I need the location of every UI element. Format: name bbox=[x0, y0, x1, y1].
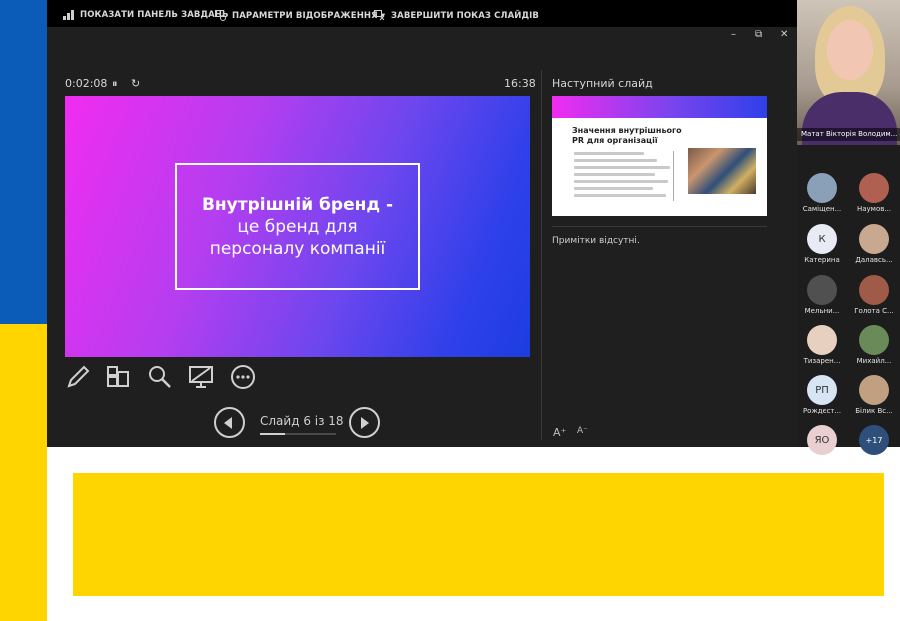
participant-tile[interactable]: РП Рождєст... bbox=[797, 375, 847, 415]
next-slide-bullet-line bbox=[574, 187, 653, 190]
speaker-webcam-tile[interactable]: Матат Вікторія Володим... bbox=[797, 0, 900, 145]
participant-name: Тизарен... bbox=[803, 357, 841, 365]
next-slide-header-band bbox=[552, 96, 767, 118]
black-screen-button[interactable] bbox=[188, 364, 216, 392]
slide-counter: Слайд 6 із 18 bbox=[260, 414, 344, 428]
participant-tile[interactable]: Білик Вс... bbox=[849, 375, 899, 415]
increase-font-button[interactable]: A⁺ bbox=[553, 426, 566, 439]
decrease-font-button[interactable]: A⁻ bbox=[577, 426, 588, 436]
speaker-notes: Примітки відсутні. bbox=[552, 236, 640, 246]
participant-name: Далавсь... bbox=[855, 256, 893, 264]
participant-avatar bbox=[859, 275, 889, 305]
participant-avatar bbox=[859, 173, 889, 203]
next-slide-button[interactable] bbox=[349, 407, 380, 438]
screen: ПОКАЗАТИ ПАНЕЛЬ ЗАВДАНЬ ПАРАМЕТРИ ВІДОБР… bbox=[0, 0, 900, 621]
next-slide-bullet-line bbox=[574, 159, 657, 162]
next-slide-photo bbox=[688, 148, 756, 194]
slide-line-3: персоналу компанії bbox=[209, 238, 386, 259]
participant-name: Михайл... bbox=[856, 357, 892, 365]
participant-tile[interactable]: +17 bbox=[849, 425, 899, 455]
participant-name: Голота С... bbox=[854, 307, 894, 315]
flag-blue-stripe bbox=[0, 0, 47, 324]
participant-name: Білик Вс... bbox=[855, 407, 893, 415]
next-slide-bullet-line bbox=[574, 152, 644, 155]
participants-panel: Саміщен... Наумов... К Катерина Далавсь... Ме… bbox=[797, 145, 900, 455]
next-slide-bullet-line bbox=[574, 166, 670, 169]
slide-title: Внутрішній бренд - bbox=[201, 194, 394, 215]
participant-avatar bbox=[807, 275, 837, 305]
participant-tile[interactable]: К Катерина bbox=[797, 224, 847, 264]
magnifier-icon bbox=[149, 366, 171, 388]
participant-avatar: РП bbox=[807, 375, 837, 405]
participant-name: Саміщен... bbox=[802, 205, 842, 213]
next-slide-label: Наступний слайд bbox=[552, 77, 653, 90]
participant-avatar bbox=[859, 325, 889, 355]
taskbar-icon bbox=[63, 10, 74, 20]
presenter-view-window: ПОКАЗАТИ ПАНЕЛЬ ЗАВДАНЬ ПАРАМЕТРИ ВІДОБР… bbox=[47, 0, 797, 447]
participant-name: Рождєст... bbox=[802, 407, 842, 415]
pause-timer-button[interactable]: ⏸ bbox=[112, 77, 118, 91]
participant-tile[interactable]: Тизарен... bbox=[797, 325, 847, 365]
participant-avatar bbox=[807, 173, 837, 203]
close-button[interactable]: ✕ bbox=[780, 29, 788, 40]
notes-divider bbox=[552, 226, 767, 227]
participant-avatar bbox=[859, 375, 889, 405]
display-settings-label: ПАРАМЕТРИ ВІДОБРАЖЕННЯ ▾ bbox=[232, 10, 386, 21]
next-slide-title: Значення внутрішнього PR для організації bbox=[572, 126, 682, 145]
participant-name: Мельни... bbox=[804, 307, 840, 315]
participant-tile[interactable]: Мельни... bbox=[797, 275, 847, 315]
more-options-button[interactable] bbox=[230, 364, 258, 392]
clock: 16:38 bbox=[504, 77, 536, 90]
next-slide-bullet-line bbox=[574, 194, 666, 197]
slide-navigation: Слайд 6 із 18 bbox=[214, 407, 382, 439]
next-slide-bullet-line bbox=[574, 173, 655, 176]
display-settings-icon bbox=[215, 10, 226, 21]
screen-icon bbox=[189, 366, 213, 388]
pen-tool-button[interactable] bbox=[65, 364, 93, 392]
show-taskbar-label: ПОКАЗАТИ ПАНЕЛЬ ЗАВДАНЬ bbox=[80, 10, 229, 20]
pane-divider[interactable] bbox=[541, 70, 542, 440]
minimize-button[interactable]: – bbox=[731, 29, 736, 40]
participant-avatar bbox=[859, 224, 889, 254]
zoom-button[interactable] bbox=[147, 364, 175, 392]
participant-avatar bbox=[807, 325, 837, 355]
next-slide-preview[interactable]: Значення внутрішнього PR для організації bbox=[552, 96, 767, 216]
next-slide-bullets bbox=[574, 152, 674, 201]
end-slideshow-icon bbox=[374, 10, 385, 21]
participant-avatar: К bbox=[807, 224, 837, 254]
end-slideshow-button[interactable]: ЗАВЕРШИТИ ПОКАЗ СЛАЙДІВ bbox=[374, 10, 539, 21]
current-slide[interactable]: Внутрішній бренд - це бренд для персонал… bbox=[65, 96, 530, 357]
webcam-name-label: Матат Вікторія Володим... bbox=[797, 128, 900, 141]
see-all-slides-button[interactable] bbox=[105, 364, 133, 392]
all-slides-icon bbox=[107, 366, 129, 387]
participant-avatar: ЯО bbox=[807, 425, 837, 455]
previous-slide-button[interactable] bbox=[214, 407, 245, 438]
end-slideshow-label: ЗАВЕРШИТИ ПОКАЗ СЛАЙДІВ bbox=[391, 10, 539, 21]
yellow-banner bbox=[73, 473, 884, 596]
slide-progress-fill bbox=[260, 433, 286, 435]
participant-tile[interactable]: Михайл... bbox=[849, 325, 899, 365]
more-icon bbox=[231, 365, 255, 389]
next-slide-bullet-line bbox=[574, 180, 668, 183]
participant-tile[interactable]: Саміщен... bbox=[797, 173, 847, 213]
show-taskbar-button[interactable]: ПОКАЗАТИ ПАНЕЛЬ ЗАВДАНЬ bbox=[63, 10, 229, 20]
participant-tile[interactable]: Голота С... bbox=[849, 275, 899, 315]
participant-name: Катерина bbox=[804, 256, 840, 264]
pen-icon bbox=[67, 365, 90, 388]
display-settings-button[interactable]: ПАРАМЕТРИ ВІДОБРАЖЕННЯ ▾ bbox=[215, 10, 385, 21]
reset-timer-button[interactable]: ↻ bbox=[131, 77, 140, 90]
participant-tile[interactable]: Наумов... bbox=[849, 173, 899, 213]
slide-text-frame: Внутрішній бренд - це бренд для персонал… bbox=[175, 163, 420, 290]
participant-tile[interactable]: ЯО bbox=[797, 425, 847, 455]
participant-avatar: +17 bbox=[859, 425, 889, 455]
slide-line-2: це бренд для bbox=[237, 216, 358, 237]
participant-name: Наумов... bbox=[856, 205, 892, 213]
slide-progress-bar bbox=[260, 433, 336, 435]
participant-tile[interactable]: Далавсь... bbox=[849, 224, 899, 264]
webcam-person-face bbox=[827, 20, 873, 80]
flag-yellow-stripe bbox=[0, 324, 47, 621]
next-slide-divider bbox=[673, 151, 674, 201]
elapsed-timer: 0:02:08 bbox=[65, 77, 108, 90]
restore-button[interactable]: ⧉ bbox=[755, 29, 762, 40]
